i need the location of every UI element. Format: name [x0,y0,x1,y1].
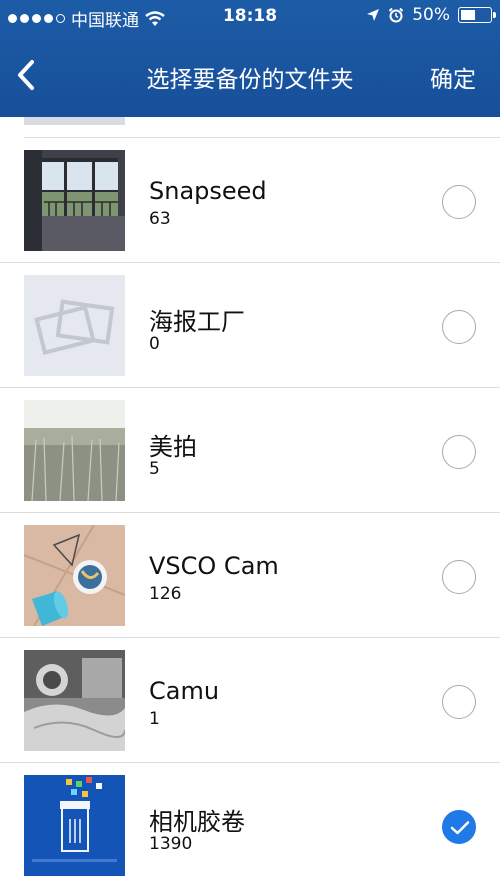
folder-thumbnail [24,650,125,751]
confirm-button[interactable]: 确定 [430,60,476,94]
folder-thumbnail [24,775,125,876]
folder-count: 5 [149,459,160,479]
select-radio[interactable] [442,685,476,719]
folder-name: Snapseed [149,177,267,205]
list-item[interactable]: Snapseed 63 [0,138,500,263]
folder-name: 美拍 [149,433,197,461]
list-item[interactable]: VSCO Cam 126 [0,513,500,638]
folder-count: 126 [149,584,182,604]
chevron-left-icon[interactable] [8,52,44,98]
folder-count: 1 [149,709,160,729]
folder-thumbnail [24,150,125,251]
folder-count: 63 [149,209,171,229]
list-item[interactable]: 海报工厂 0 [0,263,500,388]
folder-count: 1390 [149,834,193,854]
checkmark-icon [450,821,470,835]
page-title: 选择要备份的文件夹 [146,67,354,93]
select-radio[interactable] [442,310,476,344]
folder-name: 相机胶卷 [149,808,245,836]
list-item[interactable]: 相机胶卷 1390 [0,763,500,887]
alarm-icon [388,7,404,23]
battery-percentage: 50% [412,5,450,25]
folder-thumbnail [24,117,125,125]
folder-list: Snapseed 63 海报工厂 0 美拍 5 VSCO Cam 126 Cam… [0,117,500,887]
select-radio[interactable] [442,560,476,594]
folder-name: 海报工厂 [149,308,245,336]
navigation-bar: 选择要备份的文件夹 确定 [0,40,500,112]
select-radio-checked[interactable] [442,810,476,844]
status-bar: 中国联通 18:18 50% [0,0,500,34]
battery-icon [458,7,496,23]
location-arrow-icon [367,9,380,21]
select-radio[interactable] [442,435,476,469]
folder-name: Camu [149,677,220,705]
folder-count: 0 [149,334,160,354]
header: 中国联通 18:18 50% 选择要备份的文件夹 确定 [0,0,500,117]
select-radio[interactable] [442,185,476,219]
list-item-partial [24,117,500,138]
folder-name: VSCO Cam [149,552,279,580]
list-item[interactable]: Camu 1 [0,638,500,763]
folder-thumbnail [24,525,125,626]
folder-thumbnail [24,400,125,501]
empty-album-icon [24,275,125,376]
list-item[interactable]: 美拍 5 [0,388,500,513]
